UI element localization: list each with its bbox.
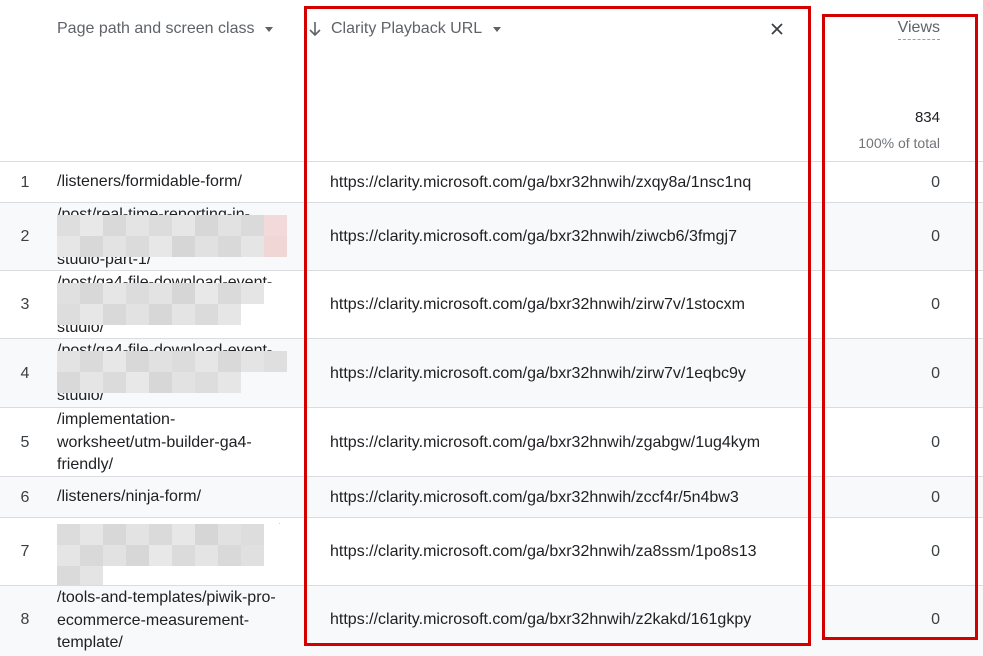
- page-path-cell: /implementation- worksheet/utm-builder-g…: [57, 411, 252, 473]
- clarity-url-cell[interactable]: https://clarity.microsoft.com/ga/bxr32hn…: [330, 543, 757, 561]
- views-cell: 0: [931, 364, 940, 382]
- table-row: 5 /implementation- worksheet/utm-builder…: [0, 407, 983, 477]
- table-row: 7 t- https://clarity.microsoft.com/ga/bx…: [0, 517, 983, 587]
- row-index: 3: [20, 296, 30, 313]
- row-index: 6: [20, 488, 30, 506]
- table-row: 8 /tools-and-templates/piwik-pro- ecomme…: [0, 585, 983, 656]
- page-path-cell: /listeners/formidable-form/: [57, 173, 242, 191]
- caret-down-icon[interactable]: [493, 26, 502, 32]
- page-path-cell: /tools-and-templates/piwik-pro- ecommerc…: [57, 589, 276, 651]
- column-header-page-path-label: Page path and screen class: [57, 20, 255, 37]
- row-index: 7: [20, 543, 30, 560]
- views-cell: 0: [931, 611, 940, 628]
- table-row: 1 /listeners/formidable-form/ https://cl…: [0, 161, 983, 203]
- table-row: 4 /post/ga4-file-download-event- studio/…: [0, 338, 983, 408]
- redacted-block: [57, 524, 287, 587]
- views-cell: 0: [931, 228, 940, 245]
- clarity-url-cell[interactable]: https://clarity.microsoft.com/ga/bxr32hn…: [330, 434, 760, 452]
- row-index: 1: [20, 173, 30, 191]
- redacted-block: [57, 215, 287, 257]
- clarity-url-cell[interactable]: https://clarity.microsoft.com/ga/bxr32hn…: [330, 489, 739, 507]
- redacted-block: [57, 283, 287, 325]
- views-cell: 0: [931, 543, 940, 560]
- arrow-down-icon[interactable]: [308, 21, 322, 37]
- total-views: 834: [914, 109, 940, 126]
- row-index: 8: [20, 611, 30, 628]
- total-views-percent: 100% of total: [858, 135, 940, 151]
- views-cell: 0: [931, 296, 940, 313]
- row-index: 2: [20, 228, 30, 245]
- clarity-url-cell[interactable]: https://clarity.microsoft.com/ga/bxr32hn…: [330, 611, 751, 629]
- clarity-url-cell[interactable]: https://clarity.microsoft.com/ga/bxr32hn…: [330, 228, 737, 246]
- views-cell: 0: [931, 173, 940, 191]
- column-header-clarity-url-label: Clarity Playback URL: [331, 20, 483, 37]
- table-row: 6 /listeners/ninja-form/ https://clarity…: [0, 476, 983, 518]
- row-index: 4: [20, 364, 30, 382]
- table-row: 2 /post/real-time-reporting-in- studio-p…: [0, 202, 983, 271]
- views-cell: 0: [931, 488, 940, 506]
- row-index: 5: [20, 433, 30, 451]
- clarity-url-cell[interactable]: https://clarity.microsoft.com/ga/bxr32hn…: [330, 174, 751, 192]
- table-row: 3 /post/ga4-file-download-event- studio/…: [0, 270, 983, 339]
- clarity-url-cell[interactable]: https://clarity.microsoft.com/ga/bxr32hn…: [330, 296, 745, 314]
- caret-down-icon[interactable]: [265, 26, 274, 32]
- page-path-cell: /listeners/ninja-form/: [57, 488, 202, 506]
- close-icon[interactable]: [770, 22, 784, 36]
- column-header-clarity-url[interactable]: Clarity Playback URL: [331, 20, 502, 38]
- redacted-block: [57, 351, 287, 393]
- column-header-views[interactable]: Views: [897, 19, 940, 40]
- column-header-page-path[interactable]: Page path and screen class: [57, 20, 274, 38]
- views-cell: 0: [931, 433, 940, 451]
- clarity-url-cell[interactable]: https://clarity.microsoft.com/ga/bxr32hn…: [330, 365, 746, 383]
